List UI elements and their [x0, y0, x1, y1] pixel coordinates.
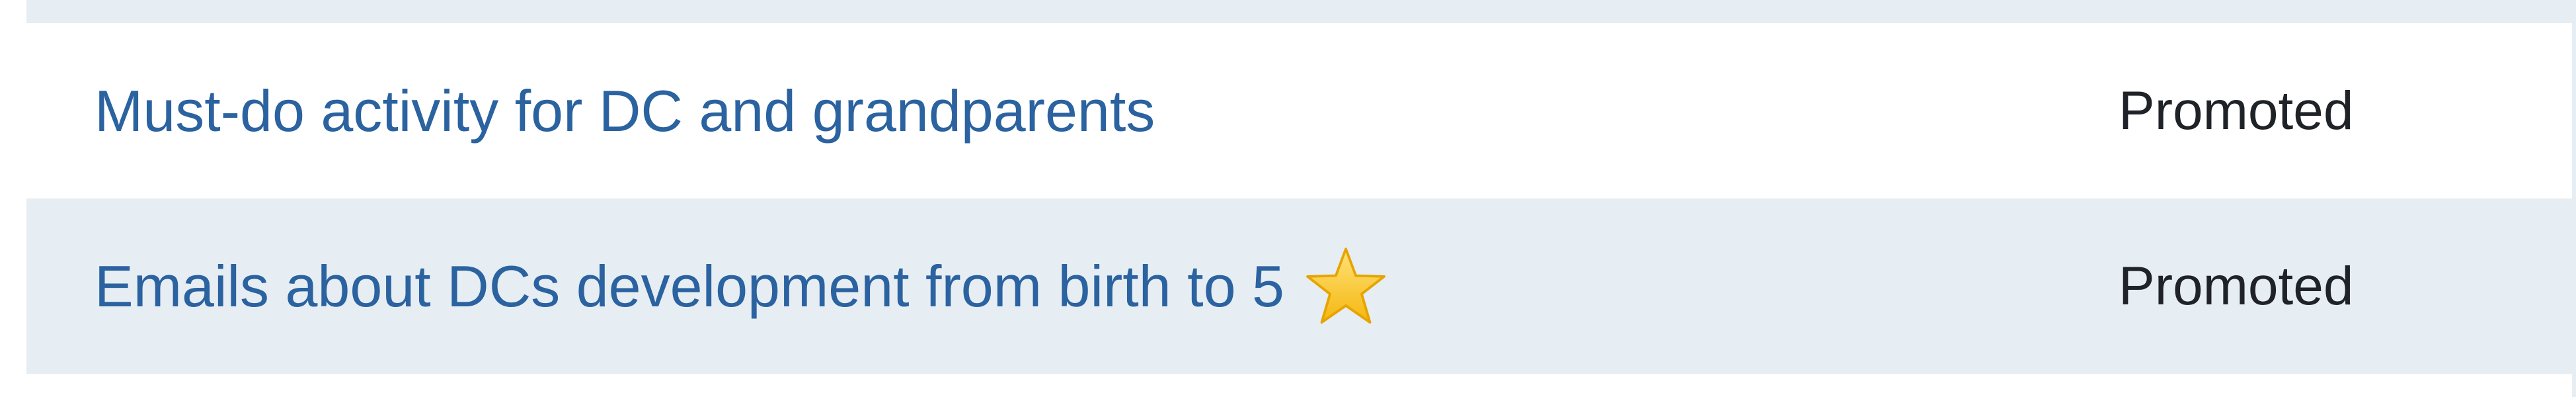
- thread-title-link[interactable]: Must-do activity for DC and grandparents: [95, 81, 1155, 140]
- thread-row[interactable]: Must-do activity for DC and grandparents…: [26, 23, 2572, 198]
- status-label: Promoted: [2119, 80, 2354, 141]
- thread-title-text: Emails about DCs development from birth …: [95, 253, 1284, 319]
- left-gutter: [0, 0, 26, 397]
- status-label: Promoted: [2119, 255, 2354, 316]
- thread-list: Must-do activity for DC and grandparents…: [0, 0, 2576, 397]
- next-row-edge: [26, 374, 2572, 397]
- previous-row-edge: [26, 0, 2572, 23]
- thread-title-link[interactable]: Emails about DCs development from birth …: [95, 245, 1387, 328]
- right-edge: [2572, 0, 2576, 397]
- thread-row[interactable]: Emails about DCs development from birth …: [26, 198, 2572, 374]
- star-icon: [1306, 247, 1386, 324]
